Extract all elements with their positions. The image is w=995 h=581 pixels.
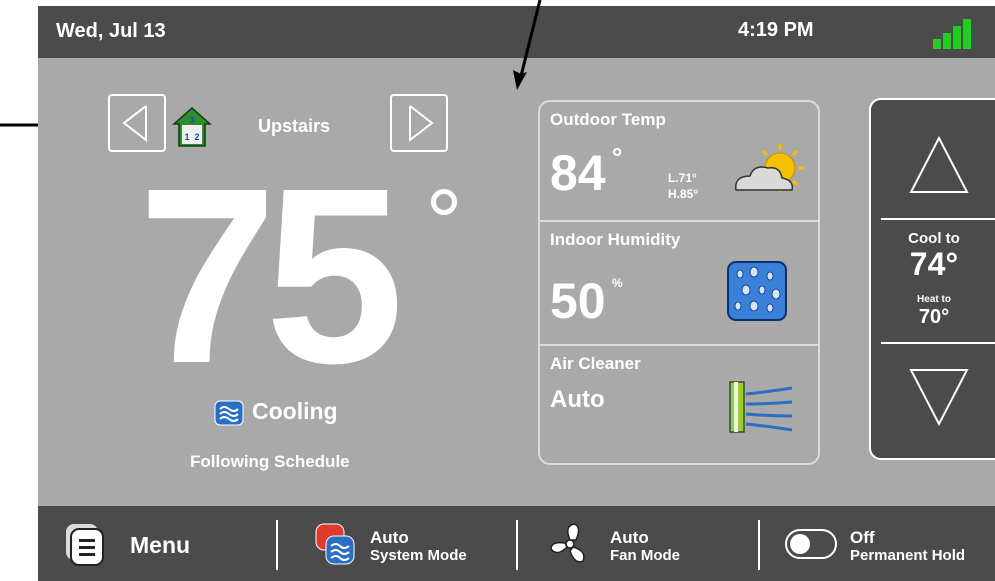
outdoor-temp-tile[interactable]: Outdoor Temp 84 ° L.71° H.85° bbox=[540, 102, 818, 220]
info-panel: Outdoor Temp 84 ° L.71° H.85° Indoor Hum… bbox=[538, 100, 820, 465]
system-mode-label: System Mode bbox=[370, 547, 467, 564]
arrow-down-icon bbox=[909, 369, 969, 427]
system-status-text: Cooling bbox=[252, 398, 338, 424]
permanent-hold-button[interactable]: Off Permanent Hold bbox=[760, 506, 995, 581]
time-text: 4:19 PM bbox=[738, 19, 814, 41]
menu-icon bbox=[66, 524, 104, 566]
outdoor-temp-value: 84 bbox=[550, 145, 606, 201]
humidity-drops-icon bbox=[727, 261, 787, 321]
humidity-title: Indoor Humidity bbox=[550, 230, 681, 249]
air-cleaner-tile[interactable]: Air Cleaner Auto bbox=[540, 346, 818, 463]
fan-mode-button[interactable]: Auto Fan Mode bbox=[518, 506, 756, 581]
temperature-down-button[interactable] bbox=[871, 344, 995, 458]
outdoor-hilo: L.71° H.85° bbox=[668, 170, 698, 202]
air-filter-icon bbox=[729, 381, 793, 433]
house-floor-3: 3 bbox=[189, 115, 194, 125]
schedule-status: Following Schedule bbox=[190, 452, 350, 471]
temperature-up-button[interactable] bbox=[871, 100, 995, 218]
current-temperature: 75 bbox=[138, 136, 404, 415]
next-zone-button[interactable] bbox=[390, 94, 448, 152]
outdoor-high: H.85° bbox=[668, 187, 699, 201]
annotation-arrow-top bbox=[513, 0, 542, 90]
menu-label: Menu bbox=[130, 532, 191, 558]
hold-value: Off bbox=[850, 528, 875, 547]
setpoint-divider bbox=[881, 218, 995, 220]
hold-label: Permanent Hold bbox=[850, 547, 966, 564]
humidity-unit: % bbox=[612, 276, 623, 290]
degree-symbol bbox=[431, 189, 457, 215]
air-cleaner-value: Auto bbox=[550, 386, 605, 413]
fan-mode-label: Fan Mode bbox=[610, 547, 680, 564]
chevron-right-icon bbox=[409, 105, 434, 143]
outdoor-low: L.71° bbox=[668, 171, 697, 185]
arrow-up-icon bbox=[909, 135, 969, 193]
system-mode-button[interactable]: Auto System Mode bbox=[278, 506, 514, 581]
cool-setpoint: 74° bbox=[909, 246, 959, 282]
partly-cloudy-icon bbox=[735, 144, 804, 192]
indoor-humidity-tile[interactable]: Indoor Humidity 50 % bbox=[540, 222, 818, 344]
bottom-bar: Menu Auto System Mode Auto Fan Mode Off … bbox=[38, 506, 995, 581]
heat-setpoint: 70° bbox=[918, 306, 950, 328]
air-cleaner-title: Air Cleaner bbox=[550, 354, 641, 373]
zone-name: Upstairs bbox=[258, 116, 331, 136]
outdoor-temp-title: Outdoor Temp bbox=[550, 110, 666, 129]
signal-bars-icon bbox=[933, 17, 981, 49]
heat-to-label: Heat to bbox=[917, 294, 951, 305]
menu-button[interactable]: Menu bbox=[38, 506, 276, 581]
date-text: Wed, Jul 13 bbox=[56, 20, 166, 42]
system-mode-icon bbox=[315, 523, 355, 565]
cool-to-label: Cool to bbox=[908, 230, 960, 247]
outdoor-degree: ° bbox=[612, 142, 623, 172]
cooling-icon bbox=[214, 400, 244, 426]
thermostat-screen: Wed, Jul 13 4:19 PM 3 1 2 Upstairs 75 Co… bbox=[38, 6, 995, 581]
fan-icon bbox=[550, 523, 585, 563]
toggle-switch-icon bbox=[785, 529, 837, 559]
system-mode-value: Auto bbox=[370, 528, 409, 547]
fan-mode-value: Auto bbox=[610, 528, 649, 547]
humidity-value: 50 bbox=[550, 273, 606, 329]
setpoint-panel: Cool to 74° Heat to 70° bbox=[869, 98, 995, 460]
